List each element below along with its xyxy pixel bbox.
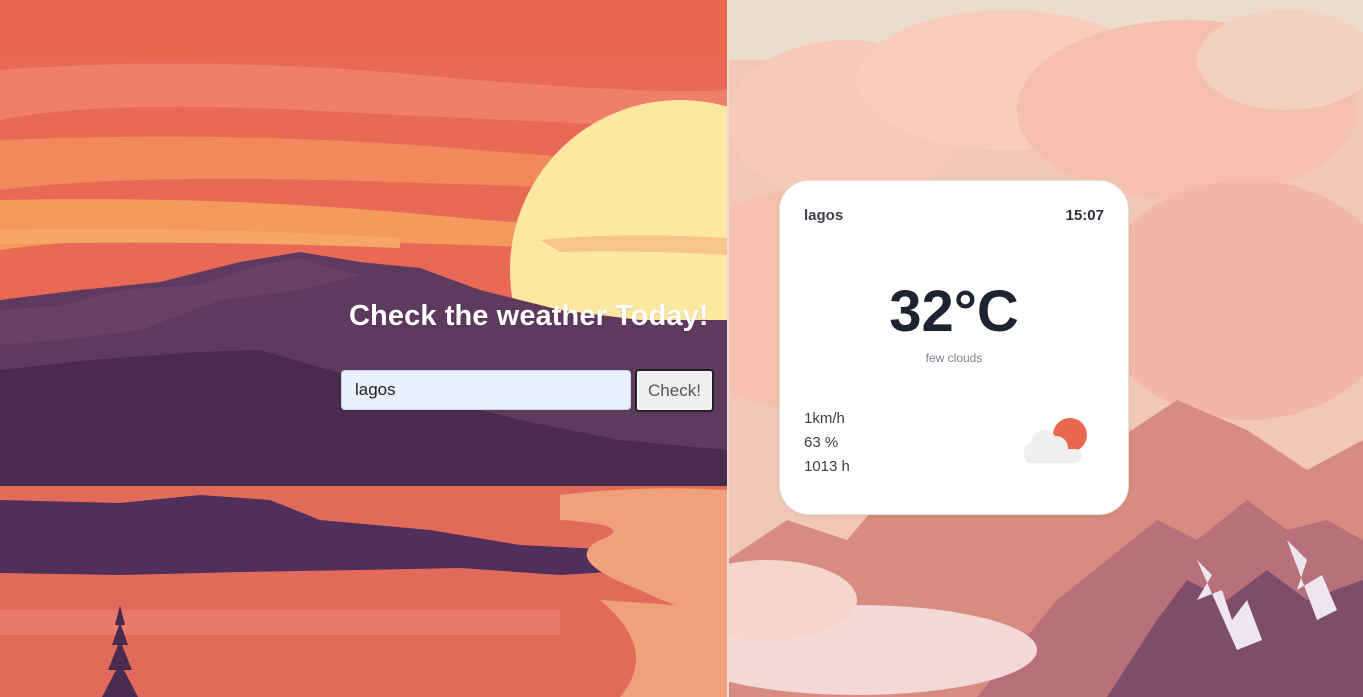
weather-card: lagos 15:07 32°C few clouds 1km/h 63 % 1… [779, 180, 1129, 515]
wind-speed: 1km/h [804, 410, 845, 427]
page-heading: Check the weather Today! [349, 300, 709, 332]
weather-app: Check the weather Today! Check! [0, 0, 1363, 697]
city-search-input[interactable] [341, 370, 631, 410]
local-time: 15:07 [1065, 207, 1104, 224]
sunset-background: Check the weather Today! Check! [0, 0, 727, 697]
check-weather-button[interactable]: Check! [635, 369, 714, 412]
temperature: 32°C [889, 279, 1019, 344]
city-name: lagos [804, 207, 844, 224]
sunset-illustration [0, 0, 727, 697]
few-clouds-day-icon [1020, 417, 1090, 470]
weather-stats: 1km/h 63 % 1013 h [804, 407, 850, 479]
pressure: 1013 h [804, 458, 850, 475]
search-form: Check! [341, 369, 714, 412]
panel-divider [727, 0, 729, 697]
humidity: 63 % [804, 434, 839, 451]
weather-description: few clouds [925, 351, 983, 365]
